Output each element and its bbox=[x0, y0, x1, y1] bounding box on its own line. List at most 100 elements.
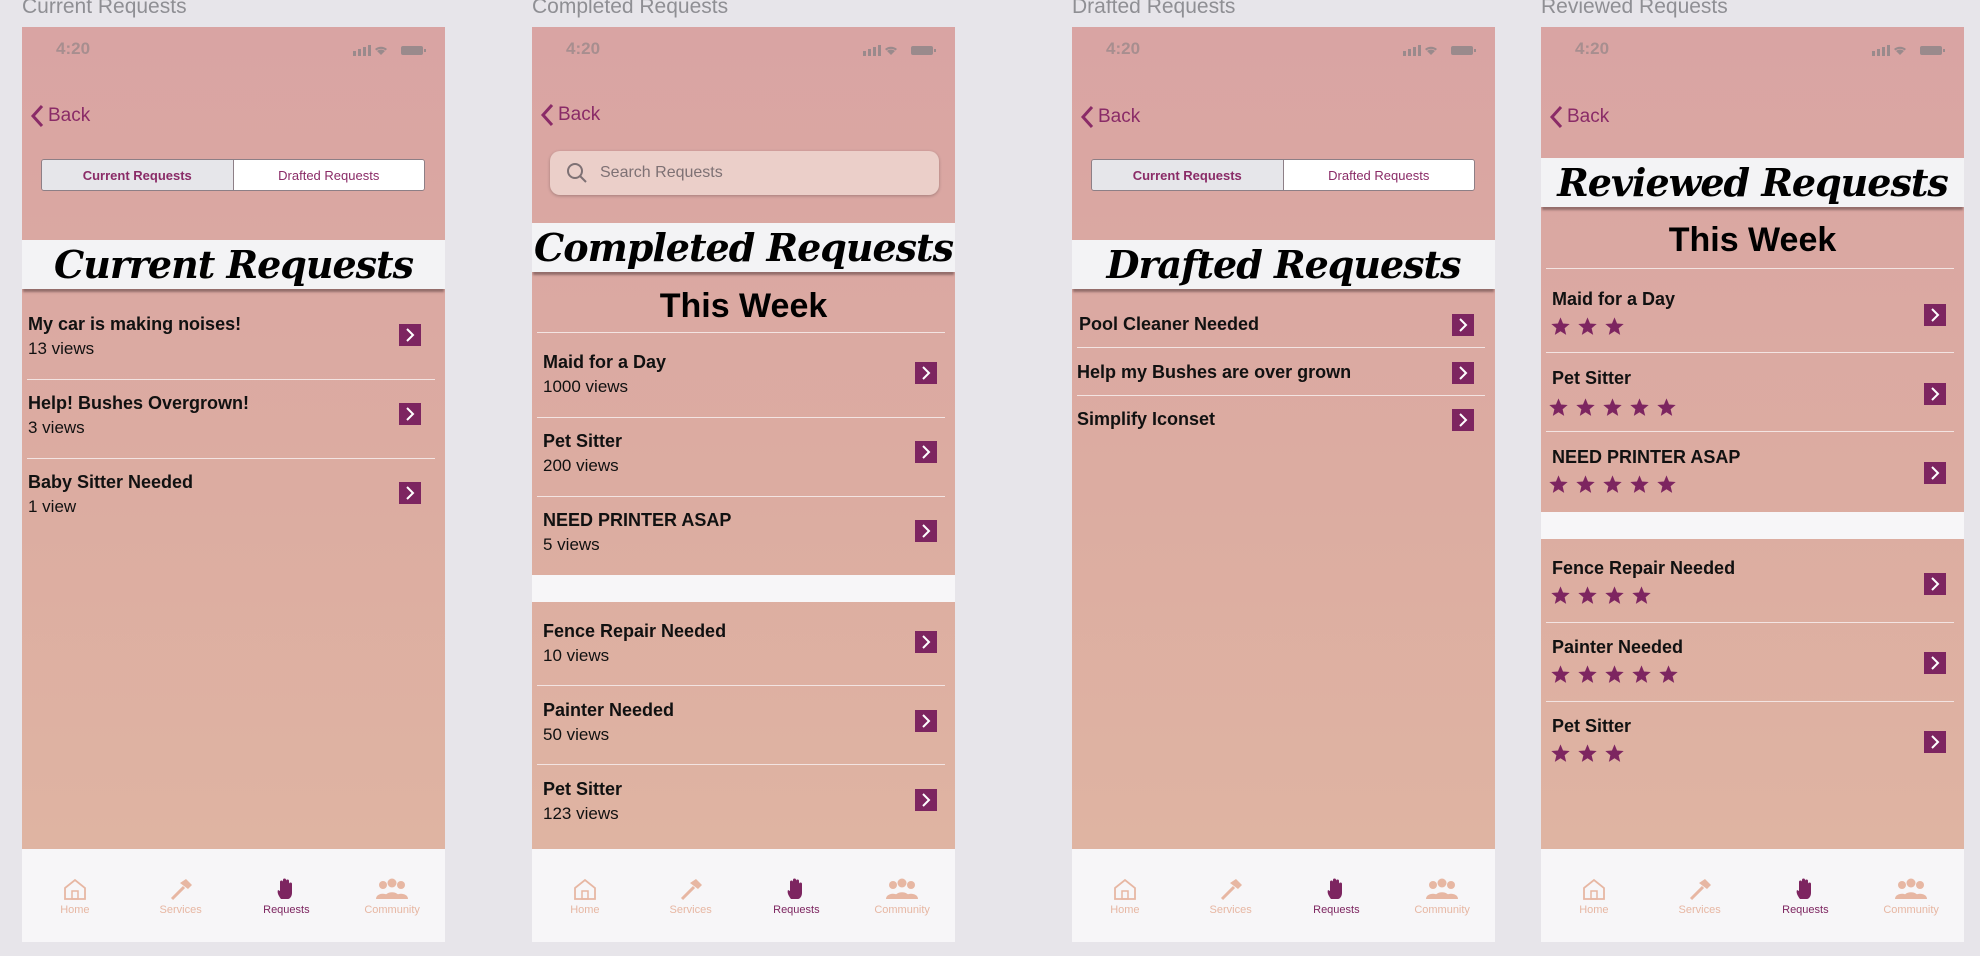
tab-home[interactable]: Home bbox=[1072, 849, 1178, 942]
list-item[interactable]: My car is making noises! 13 views bbox=[22, 314, 445, 374]
tab-bar: Home Services Requests Community bbox=[22, 849, 445, 942]
chevron-right-icon[interactable] bbox=[399, 482, 421, 504]
tab-requests[interactable]: Requests bbox=[744, 849, 850, 942]
list-item[interactable]: Help! Bushes Overgrown! 3 views bbox=[22, 393, 445, 453]
search-input[interactable] bbox=[598, 163, 902, 183]
segment-drafted-requests[interactable]: Drafted Requests bbox=[1283, 160, 1474, 190]
hammer-icon bbox=[680, 879, 702, 901]
star-rating bbox=[1550, 743, 1625, 764]
chevron-right-icon[interactable] bbox=[915, 441, 937, 463]
phone-reviewed-requests: 4:20 Back Reviewed Requests This Week Ma… bbox=[1541, 27, 1964, 942]
tab-services[interactable]: Services bbox=[1647, 849, 1753, 942]
list-item[interactable]: Help my Bushes are over grown bbox=[1072, 362, 1495, 392]
tab-community[interactable]: Community bbox=[849, 849, 955, 942]
star-icon bbox=[1605, 317, 1624, 335]
list-item[interactable]: NEED PRINTER ASAP bbox=[1541, 447, 1964, 507]
divider bbox=[1546, 701, 1954, 702]
chevron-right-icon[interactable] bbox=[915, 631, 937, 653]
chevron-right-icon[interactable] bbox=[1452, 362, 1474, 384]
section-title-this-week: This Week bbox=[1668, 221, 1837, 259]
list-item[interactable]: Pet Sitter 200 views bbox=[532, 431, 955, 491]
tab-home[interactable]: Home bbox=[532, 849, 638, 942]
list-item[interactable]: Maid for a Day 1000 views bbox=[532, 352, 955, 412]
chevron-right-icon[interactable] bbox=[1924, 383, 1946, 405]
chevron-right-icon[interactable] bbox=[1924, 731, 1946, 753]
tab-community[interactable]: Community bbox=[339, 849, 445, 942]
star-icon bbox=[1578, 744, 1597, 762]
chevron-right-icon[interactable] bbox=[915, 362, 937, 384]
back-button[interactable]: Back bbox=[540, 103, 600, 127]
divider bbox=[27, 379, 435, 380]
star-rating bbox=[1550, 585, 1652, 606]
tab-label: Services bbox=[1209, 904, 1252, 916]
status-time: 4:20 bbox=[566, 39, 601, 58]
tab-requests[interactable]: Requests bbox=[234, 849, 340, 942]
back-button[interactable]: Back bbox=[1549, 105, 1609, 129]
star-icon bbox=[1551, 744, 1570, 762]
segment-drafted-requests[interactable]: Drafted Requests bbox=[233, 160, 424, 190]
item-views: 1000 views bbox=[543, 377, 629, 396]
list-item[interactable]: Pet Sitter 123 views bbox=[532, 779, 955, 839]
item-views: 1 view bbox=[28, 497, 77, 516]
tab-community[interactable]: Community bbox=[1389, 849, 1495, 942]
search-bar[interactable] bbox=[550, 151, 939, 195]
tab-requests[interactable]: Requests bbox=[1753, 849, 1859, 942]
chevron-right-icon[interactable] bbox=[1924, 573, 1946, 595]
tab-label: Requests bbox=[1313, 904, 1360, 916]
tab-community[interactable]: Community bbox=[1858, 849, 1964, 942]
chevron-right-icon[interactable] bbox=[1452, 314, 1474, 336]
star-icon bbox=[1632, 665, 1651, 683]
chevron-right-icon[interactable] bbox=[1924, 462, 1946, 484]
list-item[interactable]: Pet Sitter bbox=[1541, 368, 1964, 428]
tab-services[interactable]: Services bbox=[1178, 849, 1284, 942]
list-item[interactable]: NEED PRINTER ASAP 5 views bbox=[532, 510, 955, 570]
star-icon bbox=[1630, 475, 1649, 493]
star-icon bbox=[1549, 398, 1568, 416]
divider bbox=[1546, 268, 1954, 269]
tab-home[interactable]: Home bbox=[22, 849, 128, 942]
tab-label: Services bbox=[669, 904, 712, 916]
status-icons bbox=[1872, 43, 1946, 61]
item-title: Help! Bushes Overgrown! bbox=[28, 393, 250, 413]
list-item[interactable]: Fence Repair Needed bbox=[1541, 558, 1964, 618]
list-item[interactable]: Pool Cleaner Needed bbox=[1072, 314, 1495, 344]
tab-label: Services bbox=[1678, 904, 1721, 916]
list-item[interactable]: Painter Needed bbox=[1541, 637, 1964, 697]
item-title: Painter Needed bbox=[543, 700, 675, 720]
chevron-right-icon[interactable] bbox=[399, 324, 421, 346]
chevron-right-icon[interactable] bbox=[399, 403, 421, 425]
item-title: Pet Sitter bbox=[543, 779, 623, 799]
phone-current-requests: 4:20 Back Current Requests Drafted Reque… bbox=[22, 27, 445, 942]
list-item[interactable]: Baby Sitter Needed 1 view bbox=[22, 472, 445, 532]
item-title: Pet Sitter bbox=[543, 431, 623, 451]
divider bbox=[537, 764, 945, 765]
chevron-right-icon[interactable] bbox=[915, 520, 937, 542]
list-item[interactable]: Fence Repair Needed 10 views bbox=[532, 621, 955, 681]
chevron-right-icon[interactable] bbox=[1924, 304, 1946, 326]
list-item[interactable]: Painter Needed 50 views bbox=[532, 700, 955, 760]
segment-current-requests[interactable]: Current Requests bbox=[42, 160, 234, 190]
list-item[interactable]: Pet Sitter bbox=[1541, 716, 1964, 776]
chevron-right-icon[interactable] bbox=[1924, 652, 1946, 674]
hand-icon bbox=[278, 878, 293, 899]
tab-home[interactable]: Home bbox=[1541, 849, 1647, 942]
divider bbox=[1077, 347, 1485, 348]
list-item[interactable]: Simplify Iconset bbox=[1072, 409, 1495, 439]
list-item[interactable]: Maid for a Day bbox=[1541, 289, 1964, 349]
hand-icon bbox=[1328, 878, 1343, 899]
chevron-right-icon[interactable] bbox=[915, 789, 937, 811]
segment-current-requests[interactable]: Current Requests bbox=[1092, 160, 1284, 190]
tab-bar: Home Services Requests Community bbox=[1541, 849, 1964, 942]
chevron-right-icon[interactable] bbox=[915, 710, 937, 732]
tab-services[interactable]: Services bbox=[638, 849, 744, 942]
item-title: Help my Bushes are over grown bbox=[1077, 362, 1352, 382]
item-views: 10 views bbox=[543, 646, 610, 665]
tab-requests[interactable]: Requests bbox=[1284, 849, 1390, 942]
status-icons bbox=[353, 43, 427, 61]
item-views: 200 views bbox=[543, 456, 619, 475]
back-button[interactable]: Back bbox=[1080, 105, 1140, 129]
chevron-right-icon[interactable] bbox=[1452, 409, 1474, 431]
tab-services[interactable]: Services bbox=[128, 849, 234, 942]
star-icon bbox=[1657, 475, 1676, 493]
back-button[interactable]: Back bbox=[30, 104, 90, 128]
